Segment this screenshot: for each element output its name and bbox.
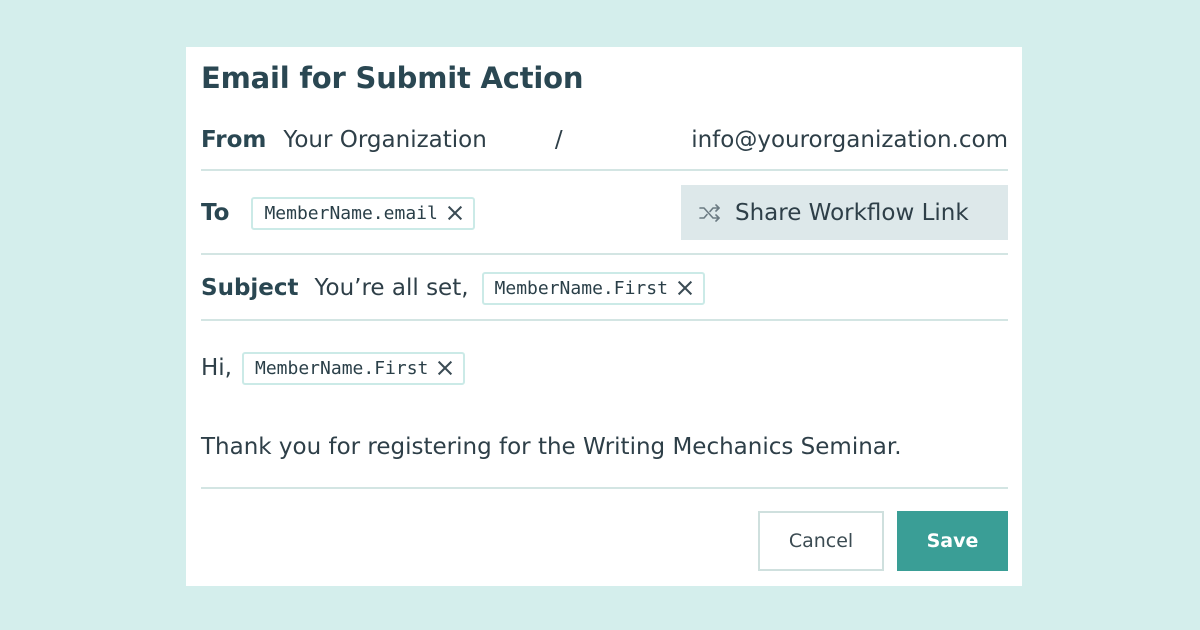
body-greeting[interactable]: Hi, xyxy=(201,355,232,381)
share-workflow-link-button[interactable]: Share Workflow Link xyxy=(681,185,1008,240)
subject-text[interactable]: You’re all set, xyxy=(315,275,469,301)
chip-label: MemberName.email xyxy=(264,202,438,224)
divider xyxy=(201,169,1008,171)
share-button-label: Share Workflow Link xyxy=(735,199,969,226)
to-recipient-chip[interactable]: MemberName.email xyxy=(251,196,475,230)
from-label: From xyxy=(201,127,267,153)
body-chip[interactable]: MemberName.First xyxy=(242,351,466,385)
subject-chip[interactable]: MemberName.First xyxy=(481,271,705,305)
divider xyxy=(201,487,1008,489)
from-row: From Your Organization / info@yourorgani… xyxy=(201,123,1008,157)
divider xyxy=(201,319,1008,321)
chip-label: MemberName.First xyxy=(494,277,668,299)
close-icon[interactable] xyxy=(677,280,693,296)
cancel-button[interactable]: Cancel xyxy=(758,511,884,571)
dialog-title: Email for Submit Action xyxy=(201,61,584,95)
subject-row: Subject You’re all set, MemberName.First xyxy=(201,270,1008,306)
to-label: To xyxy=(201,200,230,226)
divider xyxy=(201,253,1008,255)
from-separator: / xyxy=(554,127,563,153)
from-name[interactable]: Your Organization xyxy=(283,127,486,153)
close-icon[interactable] xyxy=(447,205,463,221)
save-button[interactable]: Save xyxy=(897,511,1008,571)
chip-label: MemberName.First xyxy=(255,357,429,379)
body-greeting-row: Hi, MemberName.First xyxy=(201,350,1008,386)
body-message-row: Thank you for registering for the Writin… xyxy=(201,429,1008,465)
body-message[interactable]: Thank you for registering for the Writin… xyxy=(201,434,902,460)
from-email[interactable]: info@yourorganization.com xyxy=(691,127,1008,153)
shuffle-icon xyxy=(699,203,720,222)
close-icon[interactable] xyxy=(437,360,453,376)
subject-label: Subject xyxy=(201,275,299,301)
email-dialog: Email for Submit Action From Your Organi… xyxy=(186,47,1022,586)
